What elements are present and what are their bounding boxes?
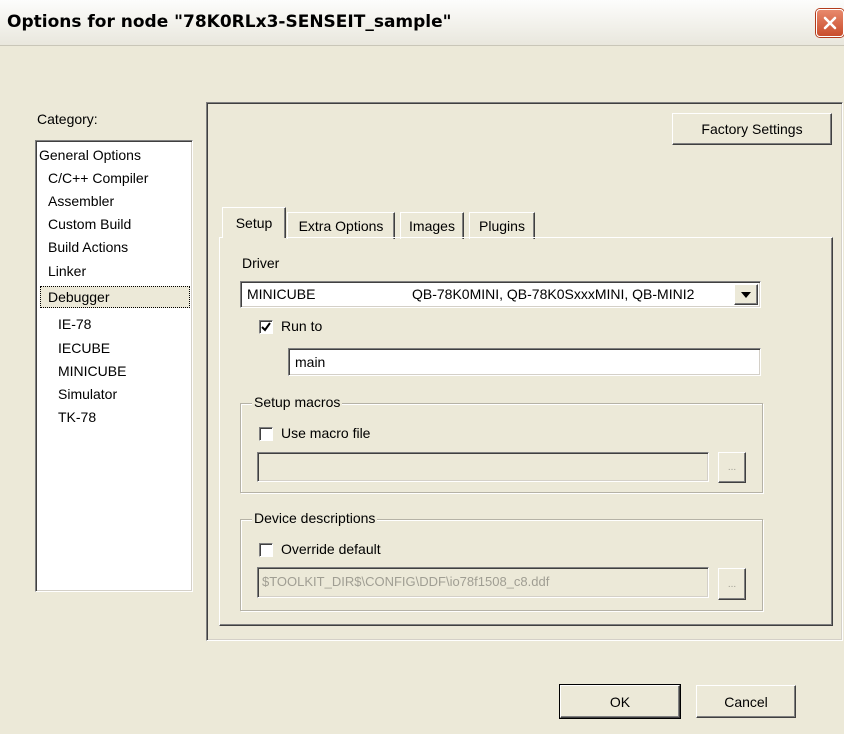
category-item-c-cpp-compiler[interactable]: C/C++ Compiler	[48, 167, 148, 189]
category-item-simulator[interactable]: Simulator	[58, 383, 117, 405]
category-item-iecube[interactable]: IECUBE	[58, 337, 110, 359]
category-list[interactable]: General Options C/C++ Compiler Assembler…	[35, 140, 193, 592]
override-default-label: Override default	[281, 541, 381, 557]
use-macro-label: Use macro file	[281, 425, 371, 441]
factory-settings-button[interactable]: Factory Settings	[672, 113, 832, 145]
run-to-input[interactable]: main	[288, 348, 761, 376]
checkmark-icon	[261, 322, 271, 332]
use-macro-checkbox[interactable]	[259, 427, 273, 441]
category-item-assembler[interactable]: Assembler	[48, 190, 114, 212]
category-item-minicube[interactable]: MINICUBE	[58, 360, 126, 382]
ok-button[interactable]: OK	[559, 684, 681, 719]
category-item-debugger[interactable]: Debugger	[40, 286, 190, 308]
run-to-label: Run to	[281, 318, 323, 334]
tab-plugins[interactable]: Plugins	[469, 212, 535, 239]
driver-dropdown-button[interactable]	[734, 284, 758, 305]
driver-select[interactable]: MINICUBE QB-78K0MINI, QB-78K0SxxxMINI, Q…	[240, 281, 761, 308]
category-item-general-options[interactable]: General Options	[39, 144, 141, 166]
window-title: Options for node "78K0RLx3-SENSEIT_sampl…	[7, 12, 452, 32]
driver-label: Driver	[242, 255, 280, 271]
device-browse-button[interactable]: ...	[718, 568, 746, 600]
tab-setup[interactable]: Setup	[222, 207, 286, 238]
macro-browse-button[interactable]: ...	[718, 452, 746, 483]
category-item-build-actions[interactable]: Build Actions	[48, 236, 128, 258]
category-item-ie-78[interactable]: IE-78	[58, 313, 91, 335]
override-default-checkbox[interactable]	[259, 543, 273, 557]
close-button[interactable]	[816, 9, 844, 37]
title-bar: Options for node "78K0RLx3-SENSEIT_sampl…	[0, 0, 844, 46]
chevron-down-icon	[741, 291, 751, 298]
category-item-tk-78[interactable]: TK-78	[58, 406, 96, 428]
device-descriptions-legend: Device descriptions	[252, 510, 378, 526]
driver-description: QB-78K0MINI, QB-78K0SxxxMINI, QB-MINI2	[412, 286, 695, 302]
cancel-button[interactable]: Cancel	[696, 685, 796, 718]
setup-macros-legend: Setup macros	[252, 394, 343, 410]
tab-images[interactable]: Images	[400, 212, 464, 239]
device-file-input[interactable]: $TOOLKIT_DIR$\CONFIG\DDF\io78f1508_c8.dd…	[257, 567, 709, 598]
driver-name: MINICUBE	[247, 286, 316, 302]
close-icon	[823, 16, 837, 30]
run-to-checkbox[interactable]	[259, 320, 273, 334]
tab-extra-options[interactable]: Extra Options	[287, 212, 395, 239]
category-item-linker[interactable]: Linker	[48, 260, 86, 282]
macro-file-input[interactable]	[257, 452, 709, 482]
category-item-custom-build[interactable]: Custom Build	[48, 213, 131, 235]
category-label: Category:	[37, 111, 98, 127]
